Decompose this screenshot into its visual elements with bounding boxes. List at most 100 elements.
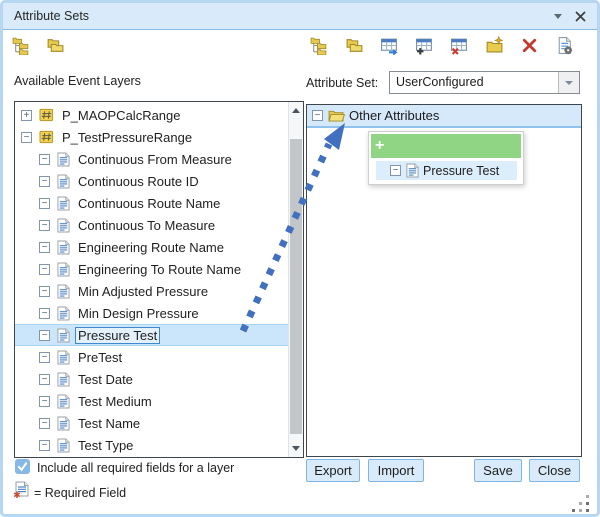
expand-toggle[interactable]: − xyxy=(39,286,50,297)
tree-item[interactable]: − Continuous Route Name xyxy=(15,192,288,214)
attribute-set-label: Attribute Set: xyxy=(306,76,378,90)
tree-item-label: Pressure Test xyxy=(75,327,160,344)
collapse-toggle: − xyxy=(390,165,401,176)
table-arrow-icon[interactable] xyxy=(380,36,399,55)
tree-item[interactable]: − Engineering To Route Name xyxy=(15,258,288,280)
tree-item-label: Engineering Route Name xyxy=(75,239,227,256)
chevron-down-icon xyxy=(565,81,573,85)
field-icon xyxy=(57,196,70,211)
tree-item-label: Min Adjusted Pressure xyxy=(75,283,211,300)
tree-item[interactable]: − Continuous To Measure xyxy=(15,214,288,236)
scroll-up-button[interactable] xyxy=(289,103,303,118)
tree-scrollbar[interactable] xyxy=(288,102,303,457)
expand-toggle[interactable]: − xyxy=(39,352,50,363)
field-icon xyxy=(57,350,70,365)
title-bar[interactable]: Attribute Sets xyxy=(3,3,597,30)
dropdown-button[interactable] xyxy=(558,72,579,93)
layer-tree-icon[interactable] xyxy=(12,36,31,55)
layer-tree-icon[interactable] xyxy=(310,36,329,55)
field-icon xyxy=(406,163,419,178)
attribute-set-select[interactable]: UserConfigured xyxy=(389,71,580,94)
tree-item[interactable]: − Continuous From Measure xyxy=(15,148,288,170)
tree-item[interactable]: − Test Name xyxy=(15,412,288,434)
expand-toggle[interactable]: − xyxy=(39,308,50,319)
field-icon xyxy=(57,240,70,255)
tree-item-label: PreTest xyxy=(75,349,125,366)
tree-item[interactable]: − Test Type xyxy=(15,434,288,456)
field-icon xyxy=(57,284,70,299)
expand-toggle[interactable]: − xyxy=(21,132,32,143)
available-layers-panel: + P_MAOPCalcRange− P_TestPressureRange− … xyxy=(14,101,304,458)
field-icon xyxy=(57,328,70,343)
field-icon xyxy=(57,416,70,431)
field-icon xyxy=(57,438,70,453)
expand-toggle[interactable]: − xyxy=(39,396,50,407)
layer-tree: + P_MAOPCalcRange− P_TestPressureRange− … xyxy=(15,102,288,457)
tree-item[interactable]: − Test Medium xyxy=(15,390,288,412)
tree-item[interactable]: + P_MAOPCalcRange xyxy=(15,104,288,126)
open-folder-icon[interactable] xyxy=(46,36,65,55)
drag-preview: + − Pressure Test xyxy=(368,131,524,185)
field-icon xyxy=(57,306,70,321)
field-icon xyxy=(57,262,70,277)
open-folder-icon[interactable] xyxy=(345,36,364,55)
caret-down-icon xyxy=(554,14,562,19)
dragged-item-label: Pressure Test xyxy=(423,164,499,178)
export-button[interactable]: Export xyxy=(306,459,360,482)
new-folder-icon[interactable] xyxy=(485,36,504,55)
tree-item[interactable]: − Min Adjusted Pressure xyxy=(15,280,288,302)
tree-item[interactable]: − P_TestPressureRange xyxy=(15,126,288,148)
tree-item[interactable]: − Engineering Route Name xyxy=(15,236,288,258)
expand-toggle[interactable]: − xyxy=(39,198,50,209)
field-icon xyxy=(57,218,70,233)
tree-item[interactable]: − Test Date xyxy=(15,368,288,390)
field-icon xyxy=(57,394,70,409)
triangle-up-icon xyxy=(292,108,300,113)
tree-item-label: P_TestPressureRange xyxy=(59,129,195,146)
delete-icon[interactable] xyxy=(520,36,539,55)
expand-toggle[interactable]: − xyxy=(39,440,50,451)
expand-toggle[interactable]: − xyxy=(39,220,50,231)
tree-item-label: Test Type xyxy=(75,437,136,454)
scrollbar-thumb[interactable] xyxy=(290,139,302,434)
minimize-button[interactable] xyxy=(549,8,567,25)
expand-toggle[interactable]: − xyxy=(39,176,50,187)
include-required-checkbox[interactable] xyxy=(15,459,30,474)
layer-icon xyxy=(39,130,54,144)
expand-toggle[interactable]: − xyxy=(39,242,50,253)
tree-item-label: Engineering To Route Name xyxy=(75,261,244,278)
open-folder-icon xyxy=(328,109,345,122)
toolbar-left xyxy=(12,36,65,55)
attribute-set-value: UserConfigured xyxy=(396,72,484,92)
expand-toggle[interactable]: − xyxy=(39,418,50,429)
table-remove-icon[interactable] xyxy=(450,36,469,55)
scroll-down-button[interactable] xyxy=(289,441,303,456)
close-button[interactable] xyxy=(571,8,589,25)
available-layers-label: Available Event Layers xyxy=(14,74,141,88)
tree-item[interactable]: − Min Design Pressure xyxy=(15,302,288,324)
table-add-icon[interactable] xyxy=(415,36,434,55)
expand-toggle[interactable]: − xyxy=(39,264,50,275)
tree-item-label: Test Date xyxy=(75,371,136,388)
window-title: Attribute Sets xyxy=(14,3,89,29)
triangle-down-icon xyxy=(292,446,300,451)
tree-item-label: Continuous Route ID xyxy=(75,173,202,190)
tree-item[interactable]: − PreTest xyxy=(15,346,288,368)
expand-toggle[interactable]: + xyxy=(21,110,32,121)
other-attributes-label: Other Attributes xyxy=(349,108,439,123)
expand-toggle[interactable]: − xyxy=(39,154,50,165)
tree-item-label: Continuous Route Name xyxy=(75,195,223,212)
tree-item[interactable]: − Pressure Test xyxy=(15,324,288,346)
drop-indicator: + xyxy=(371,134,521,158)
close-action-button[interactable]: Close xyxy=(529,459,580,482)
expand-toggle[interactable]: − xyxy=(39,374,50,385)
other-attributes-node[interactable]: − Other Attributes xyxy=(307,105,581,128)
collapse-toggle[interactable]: − xyxy=(312,110,323,121)
import-button[interactable]: Import xyxy=(368,459,424,482)
tree-item[interactable]: − Continuous Route ID xyxy=(15,170,288,192)
page-gear-icon[interactable] xyxy=(555,36,574,55)
dragged-item: − Pressure Test xyxy=(376,161,517,180)
tree-item-label: Continuous To Measure xyxy=(75,217,218,234)
expand-toggle[interactable]: − xyxy=(39,330,50,341)
save-button[interactable]: Save xyxy=(474,459,522,482)
